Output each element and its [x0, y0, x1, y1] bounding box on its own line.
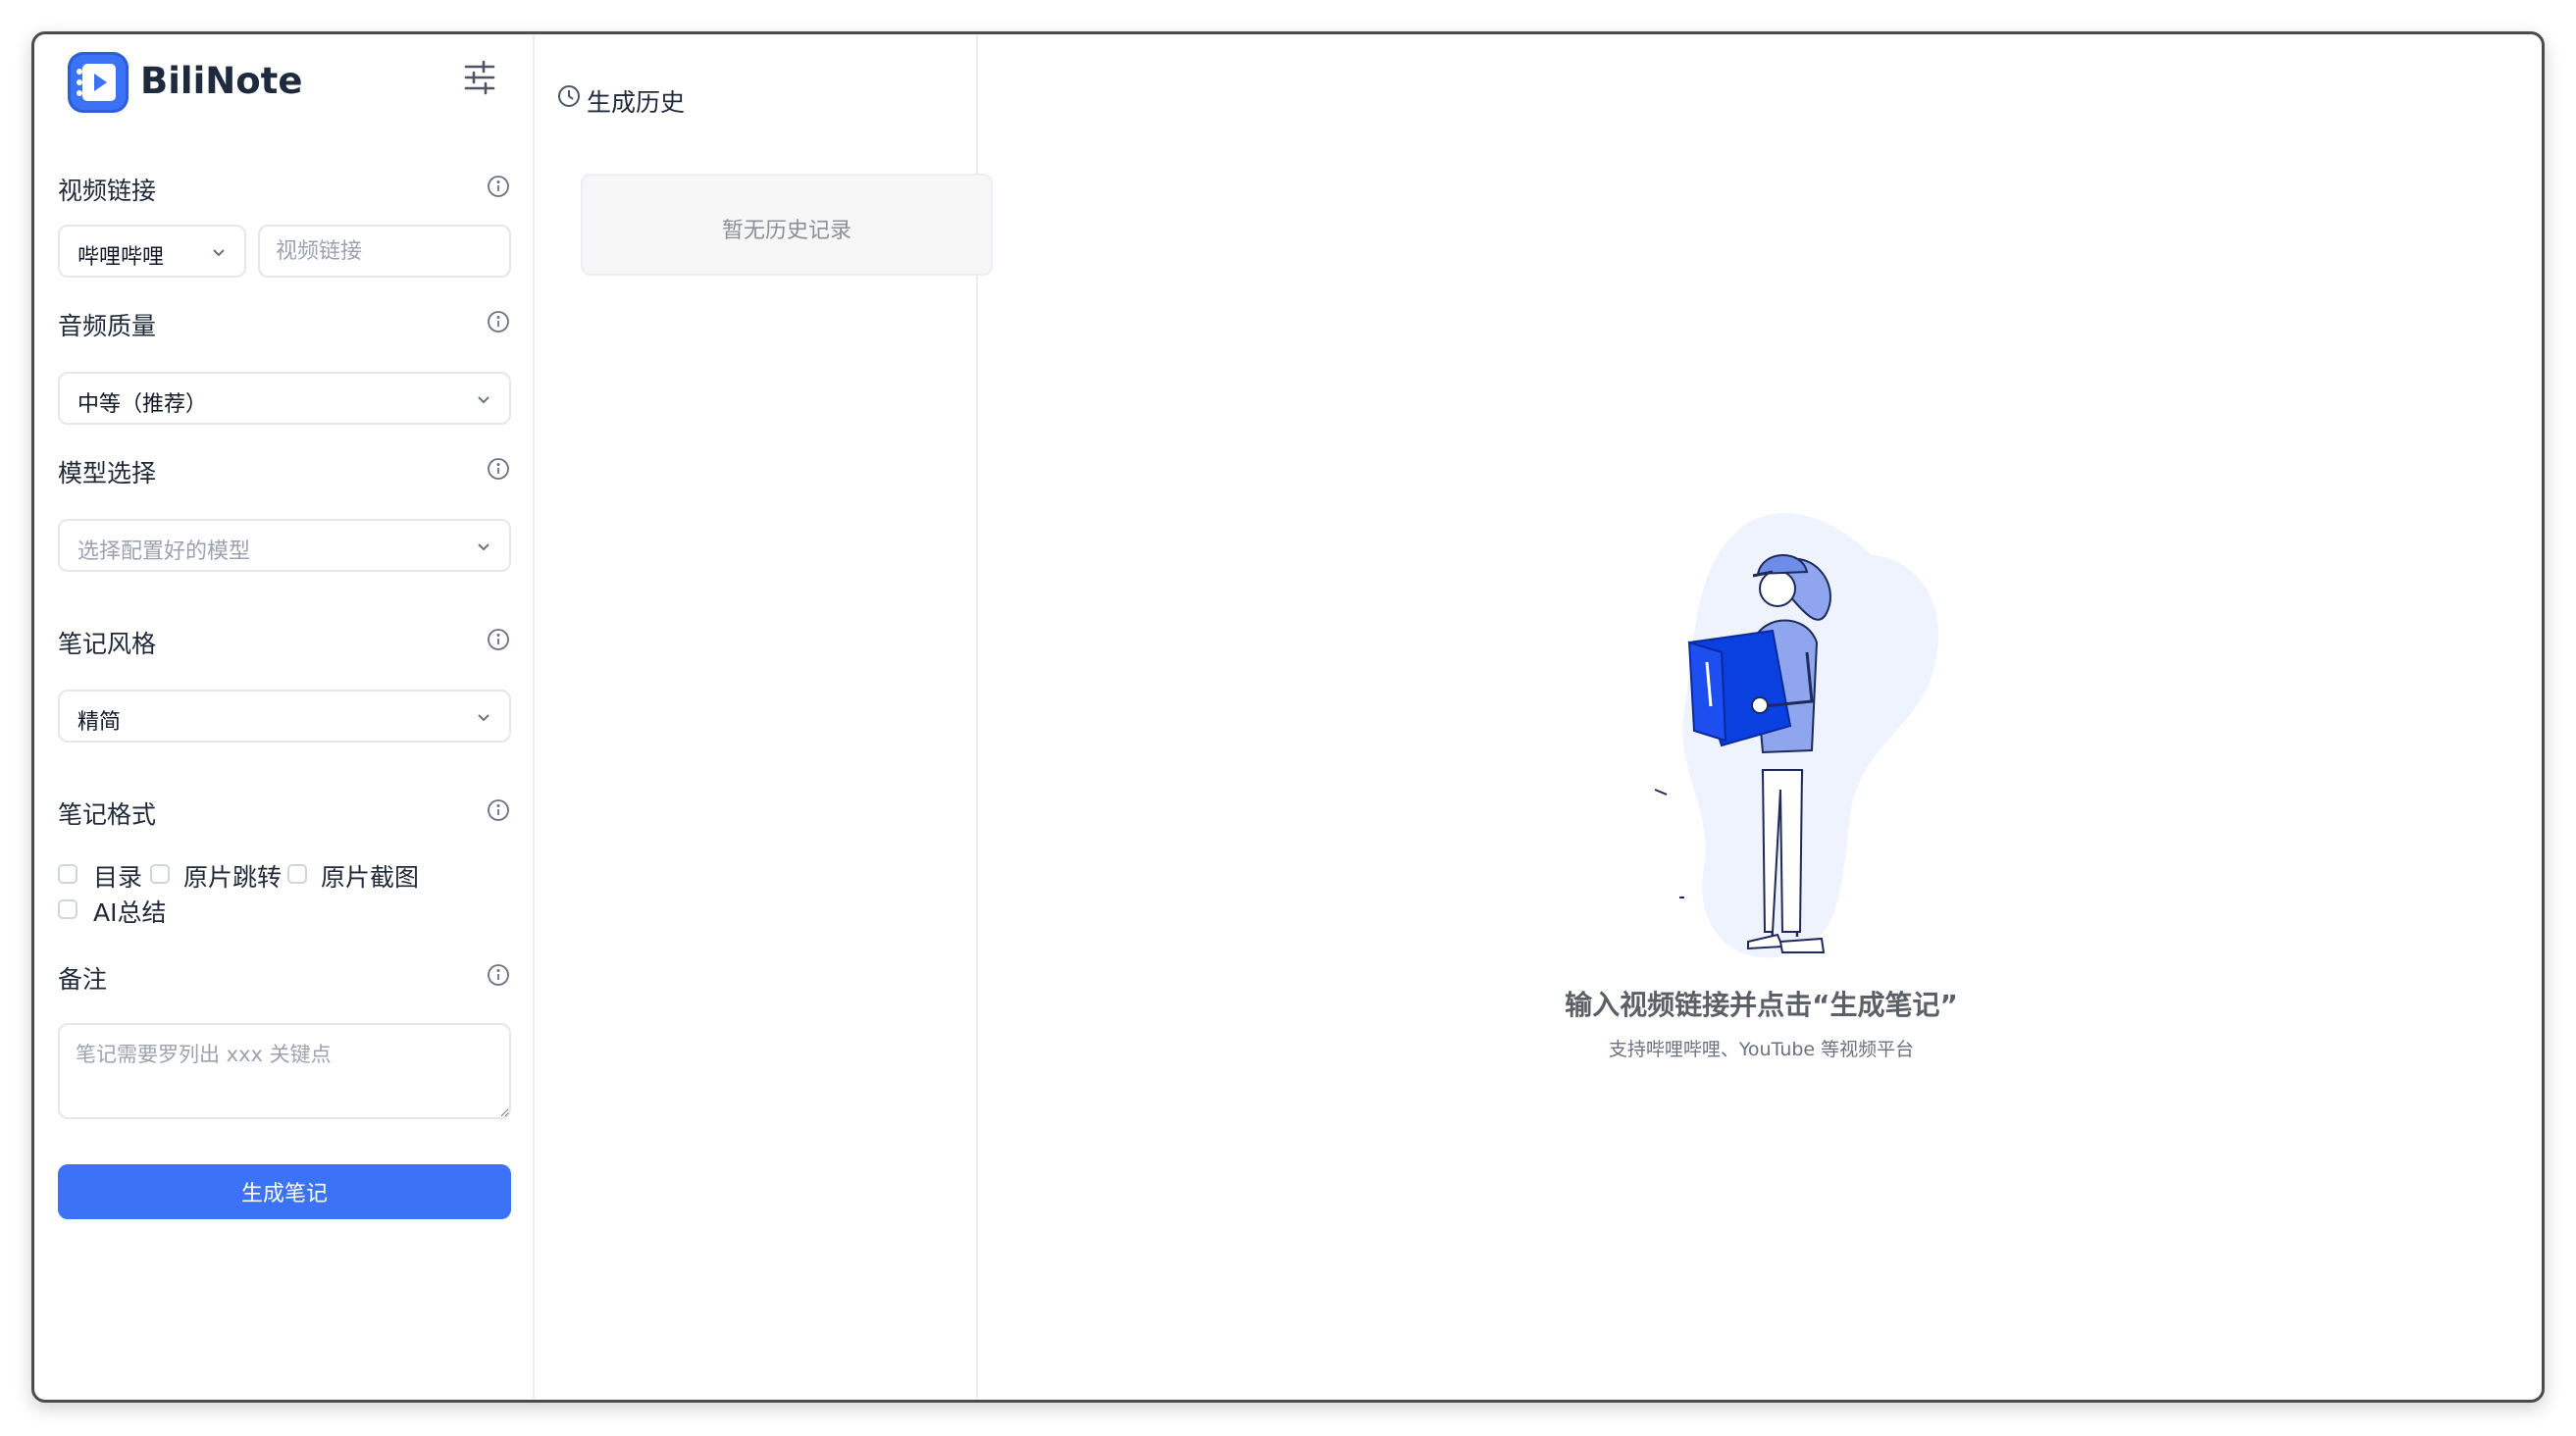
video-link-label: 视频链接 — [58, 177, 157, 205]
empty-state-title: 输入视频链接并点击“生成笔记” — [1565, 989, 1958, 1021]
model-select-label: 模型选择 — [58, 459, 157, 487]
history-empty-text: 暂无历史记录 — [721, 219, 851, 243]
chevron-down-icon — [207, 240, 231, 264]
generate-note-button[interactable]: 生成笔记 — [58, 1164, 511, 1219]
app-window: BiliNote 视频链接 哔哩哔哩 音频质量 中等（推荐） 模型选 — [31, 31, 2545, 1403]
info-icon[interactable] — [486, 174, 511, 199]
jump-link-checkbox[interactable] — [150, 864, 170, 884]
note-format-label: 笔记格式 — [58, 800, 157, 829]
logo-icon — [68, 52, 129, 113]
app-name: BiliNote — [140, 60, 303, 102]
empty-state-illustration — [1654, 513, 1939, 958]
platform-select[interactable]: 哔哩哔哩 — [58, 225, 246, 278]
ai-summary-checkbox[interactable] — [58, 899, 77, 919]
screenshot-checkbox-label[interactable]: 原片截图 — [321, 858, 419, 894]
history-panel: 生成历史 暂无历史记录 — [535, 34, 993, 1400]
info-icon[interactable] — [486, 627, 511, 652]
empty-state-subtitle: 支持哔哩哔哩、YouTube 等视频平台 — [1608, 1039, 1915, 1060]
chevron-down-icon — [472, 387, 495, 411]
info-icon[interactable] — [486, 797, 511, 823]
chevron-down-icon — [472, 535, 495, 558]
chevron-down-icon — [472, 705, 495, 729]
history-empty-state: 暂无历史记录 — [581, 174, 993, 276]
note-style-label: 笔记风格 — [58, 630, 157, 658]
ai-summary-checkbox-label[interactable]: AI总结 — [93, 894, 166, 929]
toc-checkbox[interactable] — [58, 864, 77, 884]
audio-quality-value: 中等（推荐） — [77, 392, 208, 417]
clock-icon — [556, 83, 582, 109]
screenshot-checkbox[interactable] — [287, 864, 307, 884]
info-icon[interactable] — [486, 962, 511, 988]
jump-link-checkbox-label[interactable]: 原片跳转 — [183, 858, 282, 894]
note-form-panel: BiliNote 视频链接 哔哩哔哩 音频质量 中等（推荐） 模型选 — [34, 34, 535, 1400]
note-style-select[interactable]: 精简 — [58, 690, 511, 743]
settings-sliders-icon[interactable] — [458, 56, 501, 99]
note-style-value: 精简 — [77, 710, 122, 735]
info-icon[interactable] — [486, 456, 511, 482]
remark-label: 备注 — [58, 965, 108, 994]
video-url-input[interactable] — [258, 225, 511, 278]
audio-quality-label: 音频质量 — [58, 312, 157, 340]
model-select-placeholder: 选择配置好的模型 — [77, 539, 251, 564]
audio-quality-select[interactable]: 中等（推荐） — [58, 372, 511, 425]
info-icon[interactable] — [486, 309, 511, 334]
toc-checkbox-label[interactable]: 目录 — [93, 858, 142, 894]
note-preview-area: 输入视频链接并点击“生成笔记” 支持哔哩哔哩、YouTube 等视频平台 — [978, 34, 2542, 1400]
platform-select-value: 哔哩哔哩 — [77, 245, 165, 270]
model-select[interactable]: 选择配置好的模型 — [58, 519, 511, 572]
history-title: 生成历史 — [587, 88, 686, 117]
remark-textarea[interactable] — [58, 1023, 511, 1119]
